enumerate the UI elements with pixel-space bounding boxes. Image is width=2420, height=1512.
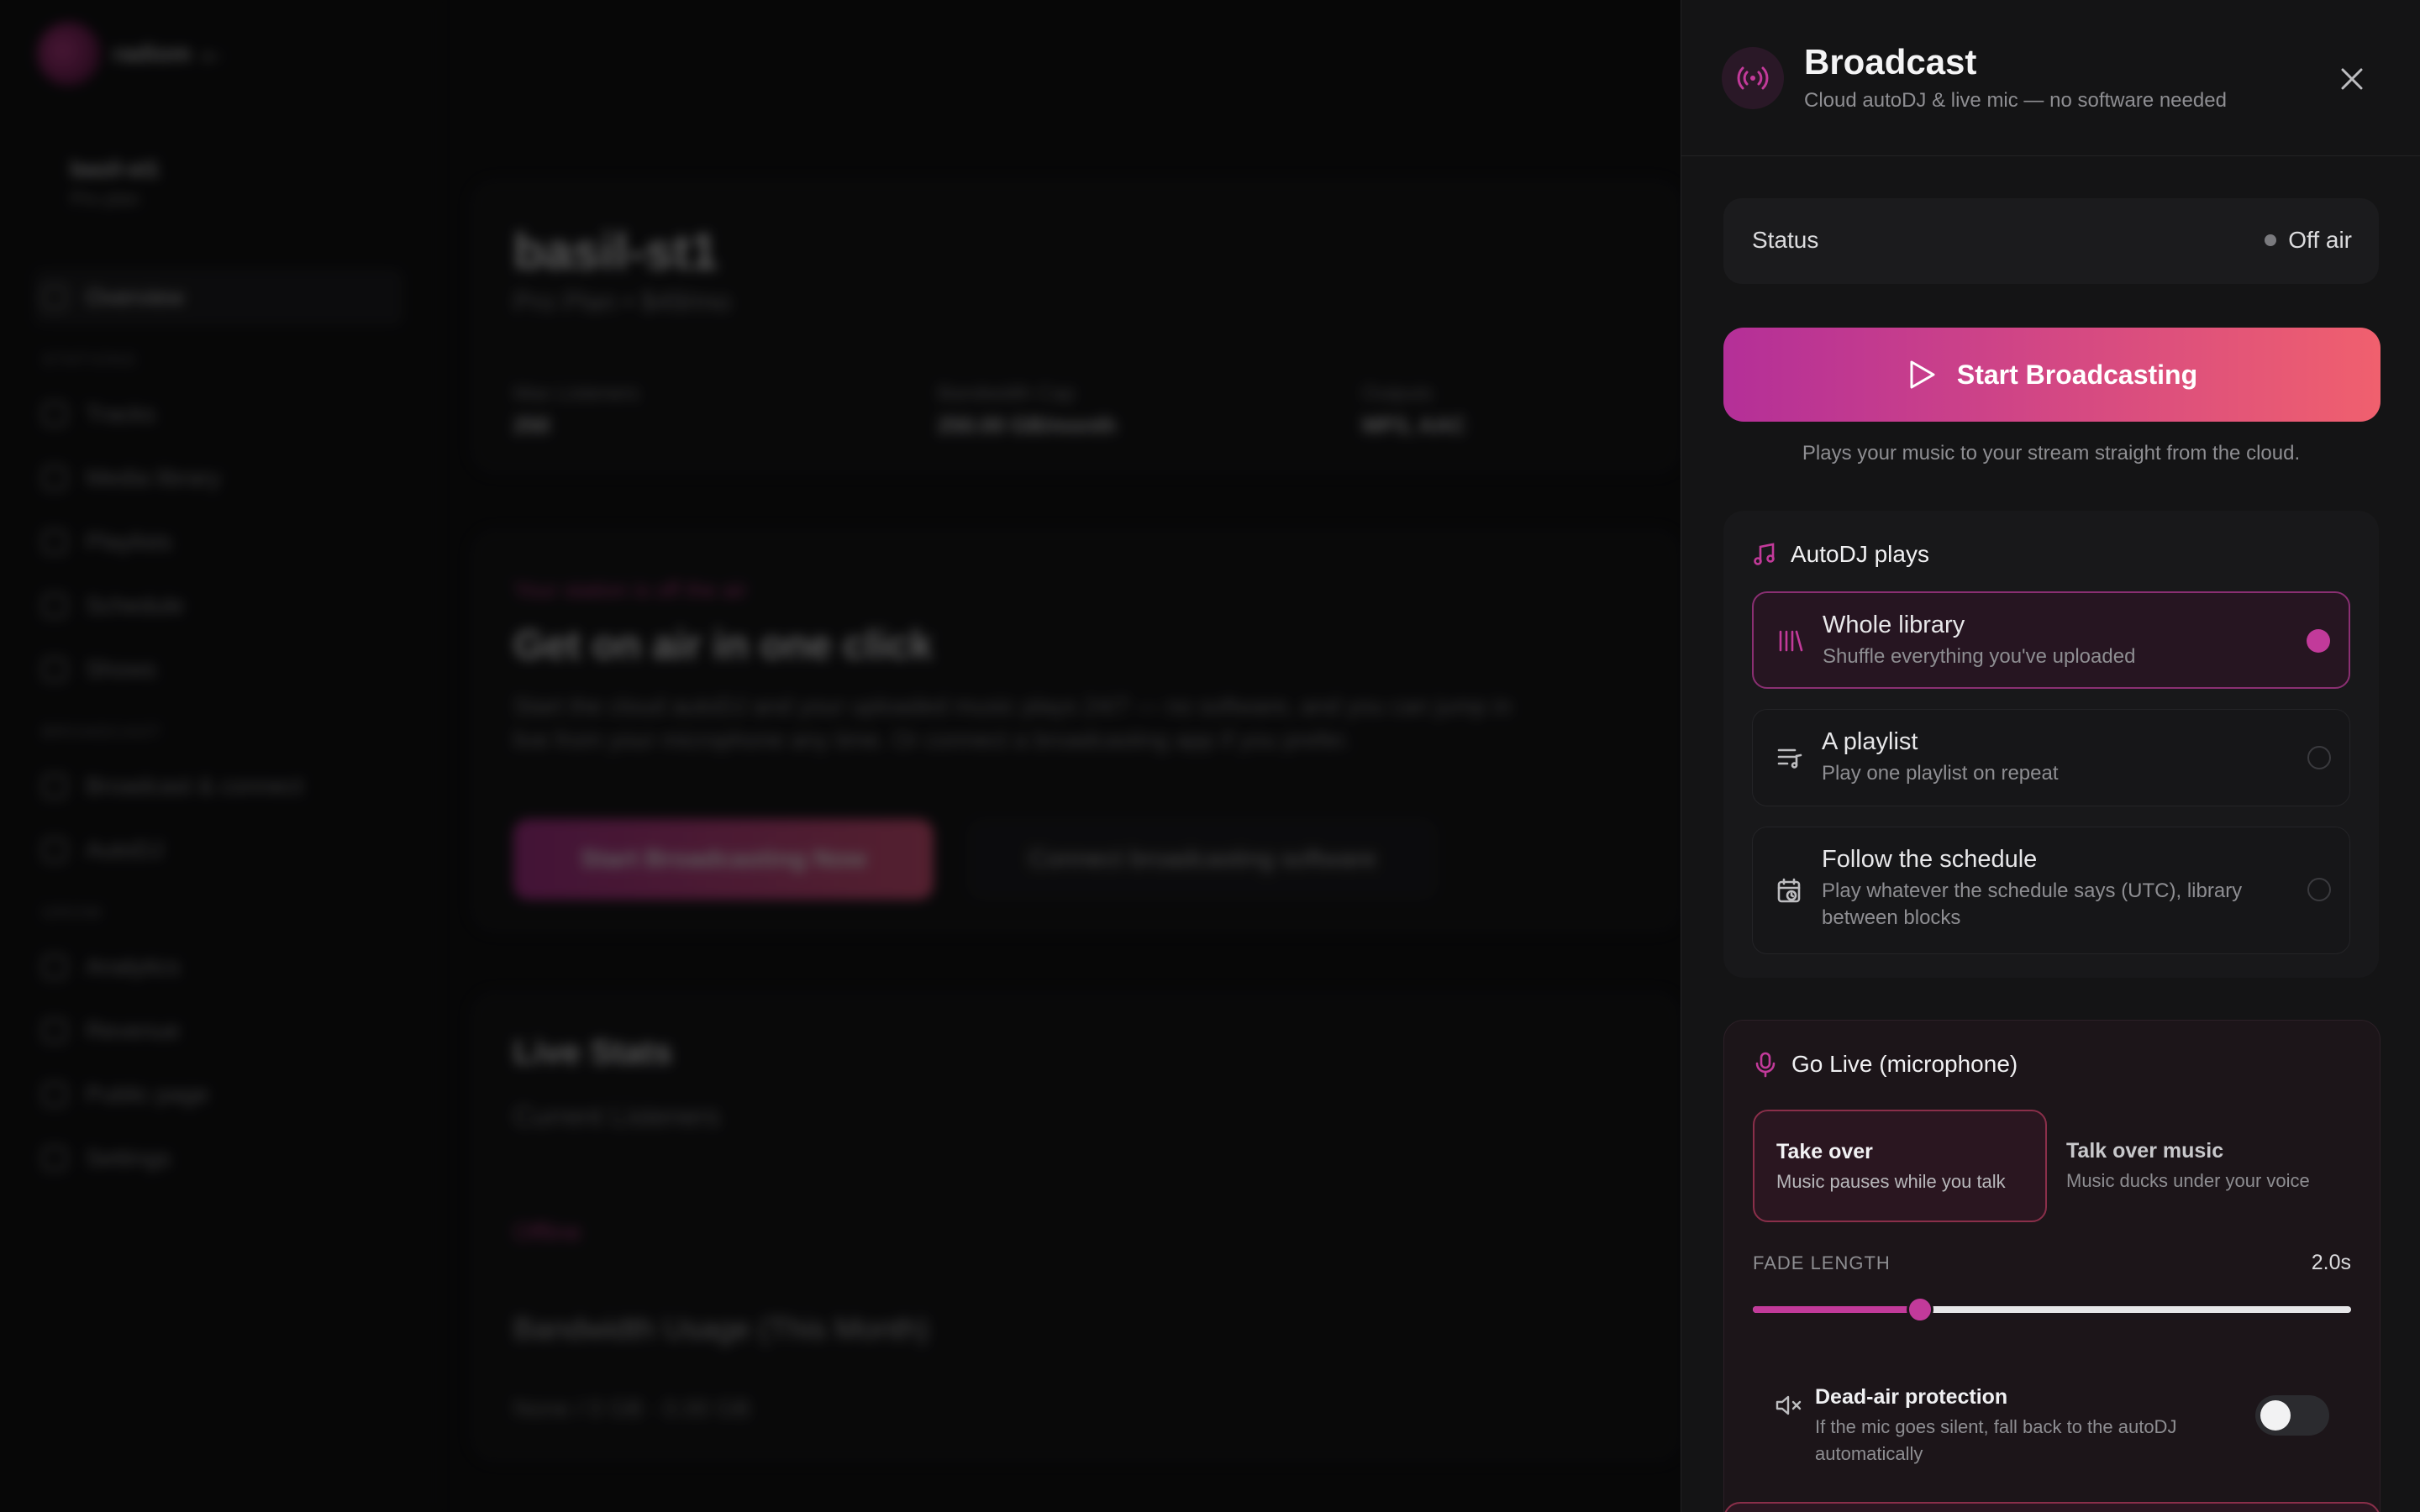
autodj-title: AutoDJ plays: [1752, 541, 1929, 568]
dead-air-protection: Dead-air protection If the mic goes sile…: [1753, 1360, 2351, 1478]
option-subtitle: Play one playlist on repeat: [1822, 762, 2059, 785]
autodj-option-schedule[interactable]: Follow the schedule Play whatever the sc…: [1752, 827, 2350, 954]
toggle-knob: [2260, 1400, 2291, 1431]
library-icon: [1777, 628, 1804, 658]
start-broadcasting-label: Start Broadcasting: [1956, 359, 2198, 390]
option-subtitle: Shuffle everything you've uploaded: [1823, 645, 2136, 668]
drawer-title: Broadcast: [1804, 42, 1977, 81]
status-dot-icon: [2265, 234, 2277, 246]
dead-air-subtitle: If the mic goes silent, fall back to the…: [1815, 1416, 2177, 1464]
radio-unselected[interactable]: [2307, 878, 2331, 901]
close-icon: [2341, 68, 2363, 90]
broadcast-drawer: Broadcast Cloud autoDJ & live mic — no s…: [1681, 0, 2420, 1512]
autodj-title-text: AutoDJ plays: [1791, 541, 1929, 567]
option-title: A playlist: [1822, 728, 1918, 755]
option-subtitle: Play whatever the schedule says (UTC), l…: [1822, 879, 2243, 929]
slider-thumb[interactable]: [1907, 1296, 1934, 1323]
dead-air-toggle[interactable]: [2255, 1395, 2329, 1436]
slider-fill: [1753, 1306, 1921, 1313]
close-button[interactable]: [2330, 57, 2374, 101]
mode-title: Take over: [1776, 1140, 1873, 1163]
status-text: Off air: [2288, 227, 2352, 253]
start-hint: Plays your music to your stream straight…: [1802, 442, 2301, 465]
option-title: Follow the schedule: [1822, 846, 2038, 873]
mode-take-over[interactable]: Take over Music pauses while you talk: [1753, 1110, 2047, 1222]
go-live-title: Go Live (microphone): [1753, 1051, 2018, 1078]
radio-selected[interactable]: [2307, 629, 2330, 653]
calendar-clock-icon: [1776, 878, 1803, 909]
autodj-section: AutoDJ plays Whole library Shuffle every…: [1723, 511, 2379, 978]
drawer-header: Broadcast Cloud autoDJ & live mic — no s…: [1681, 0, 2420, 156]
microphone-icon: [1755, 1052, 1776, 1078]
drawer-subtitle: Cloud autoDJ & live mic — no software ne…: [1804, 89, 2227, 112]
radio-unselected[interactable]: [2307, 746, 2331, 769]
speaker-mute-icon: [1775, 1394, 1803, 1421]
status-label: Status: [1752, 227, 1819, 253]
autodj-option-whole-library[interactable]: Whole library Shuffle everything you've …: [1752, 591, 2350, 689]
mode-subtitle: Music ducks under your voice: [2066, 1170, 2310, 1191]
modal-backdrop[interactable]: [0, 0, 1681, 1512]
music-note-icon: [1754, 543, 1775, 565]
broadcast-icon: [1722, 47, 1784, 109]
fade-length-value: 2.0s: [2311, 1251, 2351, 1274]
option-title: Whole library: [1823, 612, 1965, 638]
autodj-option-playlist[interactable]: A playlist Play one playlist on repeat: [1752, 709, 2350, 806]
mode-subtitle: Music pauses while you talk: [1776, 1171, 2006, 1192]
mode-talk-over-music[interactable]: Talk over music Music ducks under your v…: [2055, 1110, 2349, 1222]
dead-air-title: Dead-air protection: [1815, 1385, 2008, 1409]
play-icon: [1910, 360, 1935, 389]
fade-length-label: FADE LENGTH: [1753, 1252, 1891, 1273]
mode-title: Talk over music: [2066, 1139, 2224, 1163]
go-live-title-text: Go Live (microphone): [1791, 1051, 2018, 1077]
status-value: Off air: [2265, 227, 2352, 254]
status-box: Status Off air: [1723, 198, 2379, 284]
start-broadcasting-button[interactable]: Start Broadcasting: [1723, 328, 2381, 422]
next-section-peek: [1723, 1502, 2381, 1512]
fade-length-slider[interactable]: [1753, 1296, 2351, 1323]
go-live-section: Go Live (microphone) Take over Music pau…: [1723, 1020, 2381, 1512]
playlist-icon: [1776, 745, 1803, 774]
